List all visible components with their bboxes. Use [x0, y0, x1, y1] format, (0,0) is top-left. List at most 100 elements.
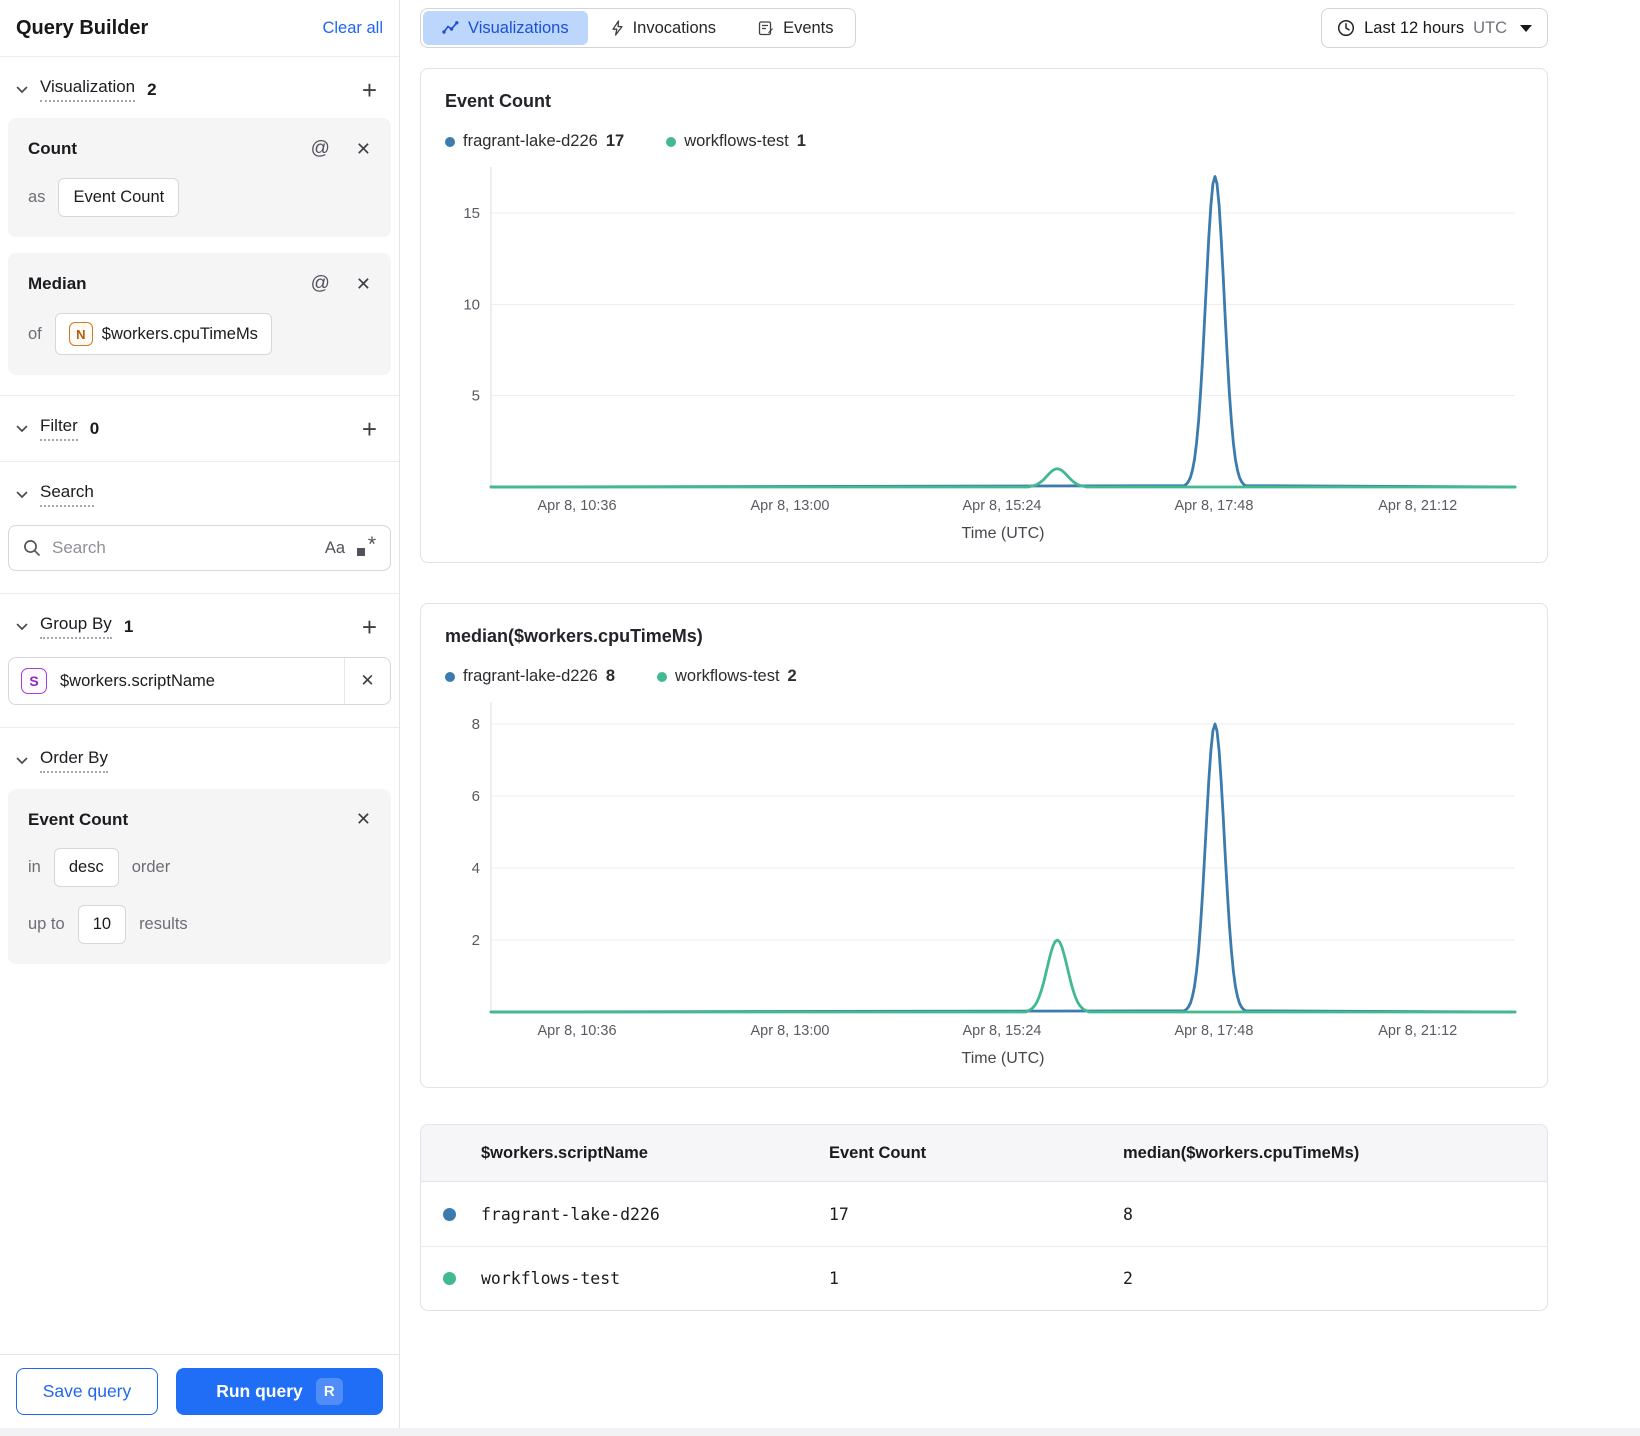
- field-value: $workers.cpuTimeMs: [101, 324, 258, 343]
- limit-value: 10: [92, 915, 112, 933]
- filter-section-label: Filter: [40, 416, 78, 441]
- line-chart-icon: [442, 21, 459, 34]
- alias-icon[interactable]: @: [311, 138, 330, 160]
- results-label: results: [139, 915, 188, 933]
- visualization-count: 2: [147, 79, 157, 99]
- remove-group-by-icon[interactable]: ✕: [344, 658, 390, 704]
- limit-input[interactable]: 10: [77, 905, 127, 944]
- table-row: fragrant-lake-d226 17 8: [421, 1182, 1547, 1246]
- sidebar-footer: Save query Run query R: [0, 1354, 399, 1428]
- column-script-name: $workers.scriptName: [481, 1143, 648, 1162]
- median-cputime-chart-card: median($workers.cpuTimeMs) fragrant-lake…: [420, 603, 1548, 1088]
- script-name-cell: workflows-test: [481, 1269, 621, 1288]
- search-section-label: Search: [40, 482, 94, 507]
- svg-text:Apr 8, 17:48: Apr 8, 17:48: [1174, 1023, 1253, 1039]
- tab-invocations[interactable]: Invocations: [592, 11, 735, 45]
- median-cell: 2: [1123, 1269, 1133, 1288]
- group-by-item[interactable]: S $workers.scriptName ✕: [8, 657, 391, 705]
- chart-legend: fragrant-lake-d226 17 workflows-test 1: [445, 132, 1523, 151]
- direction-selector[interactable]: desc: [53, 848, 119, 887]
- legend-series-name: workflows-test: [684, 132, 789, 150]
- search-box: Aa *: [8, 525, 391, 571]
- time-range-value: Last 12 hours: [1364, 18, 1465, 37]
- column-event-count: Event Count: [829, 1143, 927, 1162]
- column-median: median($workers.cpuTimeMs): [1123, 1143, 1360, 1162]
- legend-item[interactable]: workflows-test 1: [666, 132, 806, 151]
- legend-item[interactable]: workflows-test 2: [657, 667, 797, 686]
- direction-value: desc: [68, 858, 104, 876]
- add-filter-button[interactable]: +: [356, 416, 383, 442]
- lightning-icon: [611, 20, 623, 36]
- chevron-down-icon[interactable]: [16, 86, 28, 94]
- chevron-down-icon[interactable]: [16, 757, 28, 765]
- results-table: $workers.scriptName Event Count median($…: [420, 1124, 1548, 1311]
- field-selector[interactable]: N $workers.cpuTimeMs: [54, 313, 272, 355]
- event-count-cell: 17: [829, 1204, 849, 1224]
- svg-text:Apr 8, 15:24: Apr 8, 15:24: [962, 498, 1041, 514]
- visualization-section: Visualization 2 + Count @ ✕ as Event Cou…: [0, 57, 399, 396]
- chevron-down-icon[interactable]: [16, 425, 28, 433]
- run-query-label: Run query: [216, 1381, 303, 1401]
- svg-text:4: 4: [472, 860, 480, 877]
- svg-text:Apr 8, 10:36: Apr 8, 10:36: [538, 1023, 617, 1039]
- remove-order-by-icon[interactable]: ✕: [356, 809, 371, 830]
- svg-text:Apr 8, 13:00: Apr 8, 13:00: [751, 1023, 830, 1039]
- chevron-down-icon[interactable]: [16, 491, 28, 499]
- regex-icon[interactable]: *: [356, 533, 376, 559]
- svg-text:Apr 8, 17:48: Apr 8, 17:48: [1174, 498, 1253, 514]
- svg-text:Apr 8, 21:12: Apr 8, 21:12: [1378, 498, 1457, 514]
- add-visualization-button[interactable]: +: [356, 77, 383, 103]
- save-query-button[interactable]: Save query: [16, 1368, 158, 1415]
- legend-series-name: fragrant-lake-d226: [463, 132, 598, 150]
- number-type-icon: N: [68, 322, 93, 346]
- chart-legend: fragrant-lake-d226 8 workflows-test 2: [445, 667, 1523, 686]
- series-color-dot: [443, 1207, 456, 1221]
- run-query-button[interactable]: Run query R: [176, 1368, 383, 1415]
- event-count-cell: 1: [829, 1269, 839, 1288]
- tab-label: Visualizations: [468, 18, 569, 37]
- legend-dot: [445, 136, 455, 147]
- match-case-icon[interactable]: Aa: [325, 539, 345, 558]
- as-label: as: [28, 188, 46, 206]
- legend-series-value: 17: [605, 132, 625, 150]
- timezone-value: UTC: [1473, 18, 1507, 37]
- chevron-down-icon[interactable]: [16, 623, 28, 631]
- clear-all-link[interactable]: Clear all: [322, 19, 383, 38]
- filter-count: 0: [89, 418, 100, 438]
- legend-series-value: 1: [796, 132, 806, 150]
- alias-value: Event Count: [73, 188, 165, 206]
- aggregation-name: Median: [28, 274, 87, 293]
- svg-text:Apr 8, 10:36: Apr 8, 10:36: [538, 498, 617, 514]
- remove-visualization-icon[interactable]: ✕: [356, 274, 371, 295]
- search-input[interactable]: [52, 538, 314, 558]
- alias-icon[interactable]: @: [311, 273, 330, 295]
- events-doc-icon: [758, 21, 774, 36]
- svg-text:15: 15: [463, 205, 480, 222]
- visualization-card-median: Median @ ✕ of N $workers.cpuTimeMs: [8, 253, 391, 375]
- legend-series-name: workflows-test: [675, 667, 780, 685]
- group-by-section-label: Group By: [40, 614, 112, 639]
- median-cputime-chart: 2 4 6 8 Apr 8, 10:36 Apr 8, 13:00 Apr 8, 15:24…: [472, 702, 1517, 1067]
- table-row: workflows-test 1 2: [421, 1246, 1547, 1310]
- legend-item[interactable]: fragrant-lake-d226 8: [445, 667, 615, 686]
- visualization-card-count: Count @ ✕ as Event Count: [8, 118, 391, 237]
- legend-item[interactable]: fragrant-lake-d226 17: [445, 132, 624, 151]
- tab-visualizations[interactable]: Visualizations: [423, 11, 588, 45]
- remove-visualization-icon[interactable]: ✕: [356, 139, 371, 160]
- time-range-dropdown[interactable]: Last 12 hours UTC: [1321, 8, 1548, 48]
- alias-input[interactable]: Event Count: [58, 178, 180, 217]
- visualization-section-label: Visualization: [40, 77, 136, 102]
- query-builder-sidebar: Query Builder Clear all Visualization 2 …: [0, 0, 400, 1428]
- clock-icon: [1338, 19, 1355, 37]
- svg-text:10: 10: [463, 296, 480, 313]
- legend-dot: [657, 671, 668, 682]
- add-group-by-button[interactable]: +: [356, 614, 383, 640]
- in-label: in: [28, 858, 41, 876]
- legend-dot: [445, 671, 455, 682]
- tab-events[interactable]: Events: [739, 11, 852, 45]
- median-cell: 8: [1123, 1204, 1133, 1224]
- svg-text:6: 6: [472, 788, 480, 805]
- series-color-dot: [443, 1272, 456, 1285]
- search-icon: [24, 540, 40, 556]
- legend-series-name: fragrant-lake-d226: [463, 667, 598, 685]
